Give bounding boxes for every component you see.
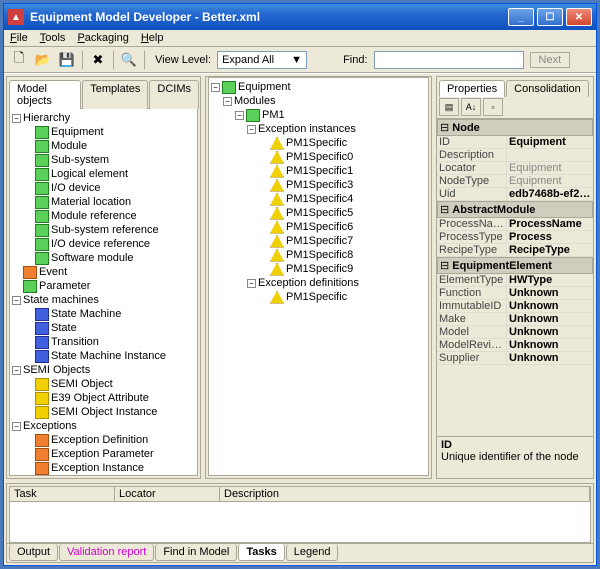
find-label: Find: — [343, 54, 367, 66]
toolbar: 🗋 📂 💾 ✖ 🔍 View Level: Expand All▼ Find: … — [4, 47, 596, 73]
new-button[interactable]: 🗋 — [10, 51, 28, 69]
prop-categorized-button[interactable]: ▤ — [439, 98, 459, 116]
tab-properties[interactable]: Properties — [439, 80, 505, 97]
tab-output[interactable]: Output — [9, 544, 58, 561]
save-button[interactable]: 💾 — [58, 51, 76, 69]
tab-dcims[interactable]: DCIMs — [149, 80, 199, 109]
maximize-button[interactable]: ☐ — [537, 8, 563, 26]
find-button[interactable]: 🔍 — [120, 51, 138, 69]
next-button[interactable]: Next — [530, 52, 571, 68]
equipment-tree-pane: −Equipment −Modules −PM1 −Exception inst… — [205, 76, 432, 479]
prop-alpha-button[interactable]: A↓ — [461, 98, 481, 116]
equipment-tree[interactable]: −Equipment −Modules −PM1 −Exception inst… — [211, 80, 426, 304]
property-description: ID Unique identifier of the node — [437, 436, 593, 478]
view-level-select[interactable]: Expand All▼ — [217, 51, 307, 69]
tab-legend[interactable]: Legend — [286, 544, 339, 561]
view-level-label: View Level: — [155, 54, 211, 66]
window-title: Equipment Model Developer - Better.xml — [30, 10, 508, 24]
close-button[interactable]: ✕ — [566, 8, 592, 26]
tab-validation-report[interactable]: Validation report — [59, 544, 154, 561]
menu-help[interactable]: Help — [141, 32, 164, 44]
delete-button[interactable]: ✖ — [89, 51, 107, 69]
menu-packaging[interactable]: Packaging — [77, 32, 128, 44]
menubar: File Tools Packaging Help — [4, 30, 596, 47]
menu-file[interactable]: File — [10, 32, 28, 44]
tasks-grid[interactable]: Task Locator Description — [9, 486, 591, 543]
tab-consolidation[interactable]: Consolidation — [506, 80, 589, 97]
find-input[interactable] — [374, 51, 524, 69]
tab-tasks[interactable]: Tasks — [238, 544, 284, 561]
col-locator[interactable]: Locator — [115, 487, 220, 501]
bottom-pane: Task Locator Description Output Validati… — [6, 483, 594, 563]
model-objects-pane: Model objects Templates DCIMs −Hierarchy… — [6, 76, 201, 479]
col-description[interactable]: Description — [220, 487, 590, 501]
prop-pages-button[interactable]: ▫ — [483, 98, 503, 116]
menu-tools[interactable]: Tools — [40, 32, 66, 44]
app-icon: ▲ — [8, 9, 24, 25]
tab-templates[interactable]: Templates — [82, 80, 148, 109]
titlebar[interactable]: ▲ Equipment Model Developer - Better.xml… — [4, 4, 596, 30]
property-grid[interactable]: Node IDEquipment Description LocatorEqui… — [437, 119, 593, 436]
minimize-button[interactable]: _ — [508, 8, 534, 26]
col-task[interactable]: Task — [10, 487, 115, 501]
tab-model-objects[interactable]: Model objects — [9, 80, 81, 109]
app-window: ▲ Equipment Model Developer - Better.xml… — [3, 3, 597, 566]
tab-find-in-model[interactable]: Find in Model — [155, 544, 237, 561]
open-button[interactable]: 📂 — [34, 51, 52, 69]
properties-pane: Properties Consolidation ▤ A↓ ▫ Node IDE… — [436, 76, 594, 479]
model-objects-tree[interactable]: −Hierarchy Equipment Module Sub-system L… — [12, 111, 195, 476]
